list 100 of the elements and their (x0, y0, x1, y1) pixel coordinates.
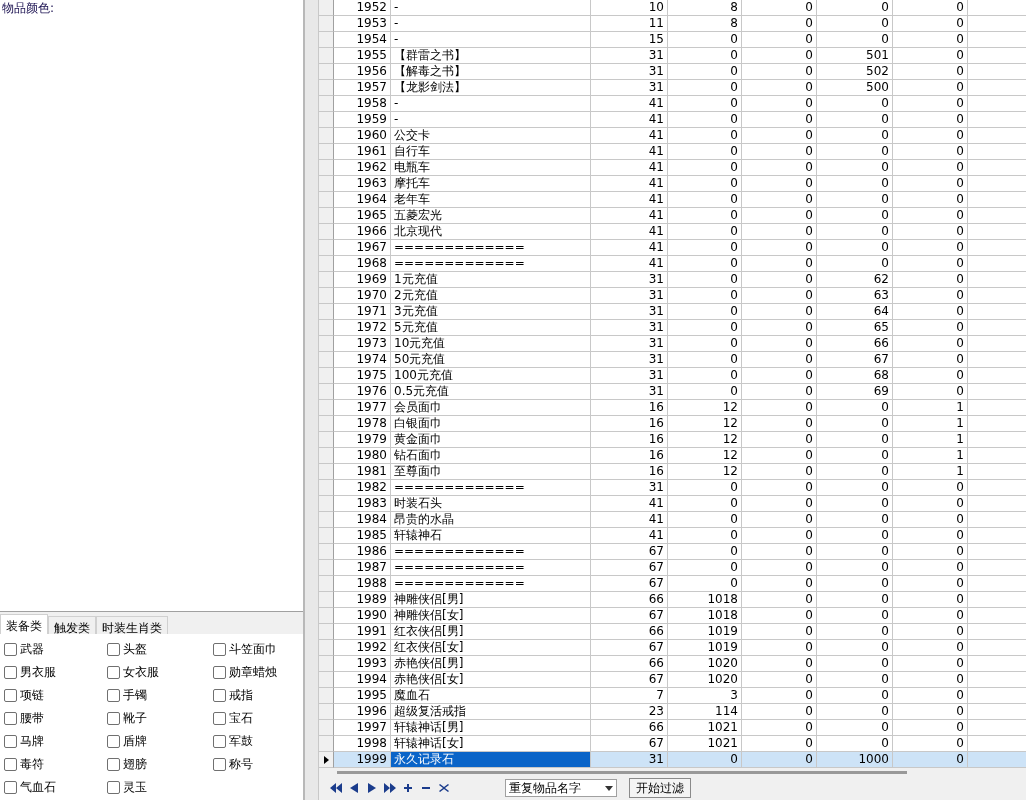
table-cell: 0 (817, 544, 893, 560)
table-cell: 0 (742, 496, 817, 512)
checkbox[interactable] (4, 757, 17, 771)
checkbox[interactable] (4, 780, 17, 794)
table-cell: 0 (817, 480, 893, 496)
table-cell: 3 (668, 688, 742, 704)
table-cell: 0 (668, 144, 742, 160)
table-cell: 0 (742, 176, 817, 192)
tab[interactable]: 时装生肖类 (96, 616, 168, 634)
table-cell: 31 (591, 352, 668, 368)
tab[interactable]: 触发类 (48, 616, 96, 634)
checkbox-label: 戒指 (229, 686, 253, 704)
table-cell: 0 (668, 336, 742, 352)
table-cell: 0 (817, 608, 893, 624)
checkbox[interactable] (4, 711, 17, 725)
table-cell: 0 (668, 480, 742, 496)
table-cell: 1983 (334, 496, 391, 512)
checkbox-label: 项链 (20, 686, 44, 704)
table-cell: 至尊面巾 (391, 464, 591, 480)
checkbox[interactable] (107, 642, 120, 656)
table-cell: 15 (591, 32, 668, 48)
checkbox[interactable] (107, 734, 120, 748)
table-cell: 31 (591, 336, 668, 352)
first-icon[interactable] (329, 781, 343, 795)
checkbox[interactable] (4, 688, 17, 702)
table-cell: 0 (742, 480, 817, 496)
table-cell: 67 (591, 736, 668, 752)
table-cell: 0 (893, 224, 968, 240)
checkbox[interactable] (213, 757, 226, 771)
table-cell: 66 (591, 656, 668, 672)
checkbox-label: 翅膀 (123, 755, 147, 773)
table-cell: 1978 (334, 416, 391, 432)
checkbox[interactable] (107, 688, 120, 702)
table-cell: 1957 (334, 80, 391, 96)
table-cell: 0 (893, 736, 968, 752)
last-icon[interactable] (383, 781, 397, 795)
checkbox[interactable] (4, 642, 17, 656)
table-cell: 0 (742, 160, 817, 176)
table-cell: 5元充值 (391, 320, 591, 336)
table-cell: 0 (668, 160, 742, 176)
table-cell: 1021 (668, 720, 742, 736)
add-icon[interactable] (401, 781, 415, 795)
table-cell: 63 (817, 288, 893, 304)
table-cell: 67 (591, 672, 668, 688)
checkbox[interactable] (107, 665, 120, 679)
table-cell: 神雕侠侣[男] (391, 592, 591, 608)
table-cell: 1965 (334, 208, 391, 224)
table-cell: 0 (742, 208, 817, 224)
table-cell: 1994 (334, 672, 391, 688)
checkbox[interactable] (213, 642, 226, 656)
table-cell: 1975 (334, 368, 391, 384)
table-cell: 31 (591, 320, 668, 336)
table-cell: 501 (817, 48, 893, 64)
table-cell: 0 (893, 480, 968, 496)
table-cell: 1974 (334, 352, 391, 368)
checkbox[interactable] (213, 711, 226, 725)
table-cell: 1982 (334, 480, 391, 496)
table-cell: 0 (742, 752, 817, 768)
table-cell: 41 (591, 96, 668, 112)
checkbox[interactable] (4, 665, 17, 679)
row-indicator[interactable] (319, 752, 334, 768)
table-cell: 0 (817, 0, 893, 16)
table-cell: 0 (668, 384, 742, 400)
table-cell: 0 (742, 320, 817, 336)
tab[interactable]: 装备类 (0, 614, 48, 634)
checkbox[interactable] (213, 734, 226, 748)
table-cell: 1018 (668, 592, 742, 608)
table-cell: ============= (391, 544, 591, 560)
table-cell: 8 (668, 0, 742, 16)
table-cell: 自行车 (391, 144, 591, 160)
checkbox[interactable] (107, 757, 120, 771)
checkbox[interactable] (107, 711, 120, 725)
table-cell: 0 (668, 288, 742, 304)
checkbox[interactable] (4, 734, 17, 748)
cancel-icon[interactable] (437, 781, 451, 795)
table-cell: 0 (742, 96, 817, 112)
table-cell: 1 (893, 448, 968, 464)
table-cell: 0 (893, 272, 968, 288)
table-cell: 0 (742, 192, 817, 208)
checkbox[interactable] (213, 688, 226, 702)
checkbox[interactable] (107, 780, 120, 794)
checkbox[interactable] (213, 665, 226, 679)
table-cell: 67 (591, 608, 668, 624)
table-cell: 0 (893, 320, 968, 336)
checkbox-label: 灵玉 (123, 778, 147, 796)
table-cell: 0 (817, 640, 893, 656)
table-cell: 0 (668, 528, 742, 544)
filter-button[interactable]: 开始过滤 (629, 778, 691, 798)
table-cell: 0 (893, 640, 968, 656)
table-cell: 0 (893, 32, 968, 48)
table-cell: 31 (591, 48, 668, 64)
table-cell: 0 (817, 736, 893, 752)
color-label: 物品颜色: (1, 0, 56, 16)
checkbox-label: 勋章蜡烛 (229, 663, 277, 681)
table-cell: 0 (817, 592, 893, 608)
table-cell: 0 (893, 592, 968, 608)
table-cell: 0 (668, 304, 742, 320)
table-cell: 67 (591, 576, 668, 592)
filter-dropdown[interactable]: 重复物品名字 (505, 779, 617, 797)
table-cell: 500 (817, 80, 893, 96)
